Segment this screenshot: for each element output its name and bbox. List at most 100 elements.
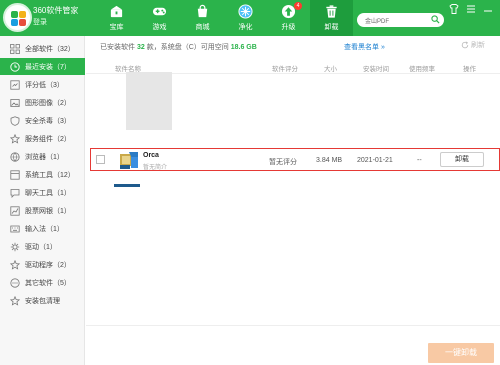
driver-program-icon [10, 259, 20, 270]
free-space: 18.6 GB [230, 44, 257, 51]
next-row-app-icon [114, 184, 140, 187]
app-description: 暂无简介 [143, 165, 168, 171]
col-action: 操作 [463, 66, 476, 73]
image-icon [10, 98, 20, 107]
sidebar-item-other[interactable]: 其它软件（5） [0, 274, 85, 291]
skin-icon[interactable] [447, 3, 461, 15]
uninstall-button[interactable]: 卸载 [440, 152, 484, 167]
footer-divider [86, 325, 500, 326]
search-icon[interactable] [431, 15, 440, 24]
category-sidebar: 全部软件（32） 最近安装（7） 评分低（3） 图形图像（2） 安全杀毒（3） … [0, 36, 85, 365]
sidebar-item-graphics[interactable]: 图形图像（2） [0, 94, 85, 111]
purify-icon [238, 4, 253, 19]
keyboard-icon [10, 225, 20, 232]
col-frequency[interactable]: 使用频率 [409, 63, 435, 73]
nav-label: 商城 [195, 24, 210, 31]
sidebar-item-label: 输入法（1） [25, 225, 64, 233]
app-frequency: -- [417, 157, 422, 164]
menu-icon[interactable] [464, 3, 478, 15]
grid-icon [10, 43, 20, 54]
sidebar-item-label: 安全杀毒（3） [25, 117, 71, 125]
sidebar-item-services[interactable]: 服务组件（2） [0, 130, 85, 147]
nav-upgrade[interactable]: 4 升级 [267, 0, 310, 36]
sidebar-item-label: 股票网银（1） [25, 207, 71, 215]
component-icon [10, 133, 20, 144]
refresh-label: 刷新 [471, 42, 485, 49]
driver-icon [10, 242, 20, 251]
uninstall-icon [326, 5, 337, 18]
sidebar-item-driver[interactable]: 驱动（1） [0, 238, 85, 255]
main-nav: 宝库 游戏 商城 净化 4 升级 卸载 [95, 0, 353, 36]
upgrade-count-badge: 4 [294, 2, 302, 10]
nav-label: 升级 [281, 24, 296, 31]
loading-app-icon [126, 72, 172, 130]
sidebar-item-label: 图形图像（2） [25, 99, 71, 107]
nav-uninstall[interactable]: 卸载 [310, 0, 353, 36]
software-list-panel: 已安装软件 32 款，系统盘（C）可用空间 18.6 GB 查看黑名单 » 刷新… [86, 36, 500, 365]
browser-icon [10, 151, 20, 162]
nav-label: 卸载 [324, 24, 339, 31]
sidebar-item-input-method[interactable]: 输入法（1） [0, 220, 85, 237]
tools-icon [10, 169, 20, 180]
app-title: 360软件管家 [33, 6, 79, 15]
sidebar-item-label: 聊天工具（1） [25, 189, 71, 197]
orca-app-icon [120, 152, 138, 169]
app-install-date: 2021-01-21 [357, 157, 393, 164]
stock-icon [10, 205, 20, 216]
sidebar-item-driver-program[interactable]: 驱动程序（2） [0, 256, 85, 273]
nav-label: 游戏 [152, 24, 167, 31]
sidebar-item-label: 全部软件（32） [25, 45, 75, 53]
sidebar-item-browser[interactable]: 浏览器（1） [0, 148, 85, 165]
rating-icon [10, 79, 20, 90]
sidebar-item-package-cleanup[interactable]: 安装包清理 [0, 292, 85, 309]
clock-icon [10, 61, 20, 72]
app-rating: 暂无评分 [269, 159, 297, 166]
summary-middle: 款，系统盘（C）可用空间 [146, 44, 229, 51]
search-input[interactable] [365, 14, 430, 26]
sidebar-item-system-tools[interactable]: 系统工具（12） [0, 166, 85, 183]
minimize-icon[interactable] [481, 3, 495, 15]
sidebar-item-low-rating[interactable]: 评分低（3） [0, 76, 85, 93]
search-box [357, 13, 444, 27]
login-link[interactable]: 登录 [33, 17, 47, 27]
shop-icon [197, 4, 208, 18]
view-blacklist-link[interactable]: 查看黑名单 » [344, 42, 385, 52]
chat-icon [10, 188, 20, 198]
nav-game[interactable]: 游戏 [138, 0, 181, 36]
nav-purify[interactable]: 净化 [224, 0, 267, 36]
col-install-date[interactable]: 安装时间 [363, 63, 389, 73]
sidebar-item-chat[interactable]: 聊天工具（1） [0, 184, 85, 201]
app-size: 3.84 MB [316, 157, 343, 164]
window-controls [447, 3, 500, 15]
treasure-icon [110, 5, 123, 18]
sidebar-item-label: 浏览器（1） [25, 153, 64, 161]
sidebar-item-stock[interactable]: 股票网银（1） [0, 202, 85, 219]
sidebar-item-label: 驱动（1） [25, 243, 57, 251]
other-icon [10, 277, 20, 288]
sidebar-item-label: 安装包清理 [25, 297, 60, 305]
col-size[interactable]: 大小 [324, 63, 337, 73]
sidebar-item-all[interactable]: 全部软件（32） [0, 40, 85, 57]
summary-prefix: 已安装软件 [100, 44, 135, 51]
sidebar-item-recent[interactable]: 最近安装（7） [0, 58, 85, 75]
app-name: Orca [143, 152, 159, 159]
nav-label: 净化 [238, 24, 253, 31]
nav-treasure[interactable]: 宝库 [95, 0, 138, 36]
col-rating[interactable]: 软件评分 [272, 63, 298, 73]
title-bar: 360软件管家 登录 宝库 游戏 商城 净化 4 升级 卸载 金山PDF [0, 0, 500, 36]
sidebar-item-label: 评分低（3） [25, 81, 64, 89]
clean-icon [10, 295, 20, 306]
sidebar-item-label: 系统工具（12） [25, 171, 75, 179]
sidebar-item-label: 最近安装（7） [25, 63, 71, 71]
sidebar-item-security[interactable]: 安全杀毒（3） [0, 112, 85, 129]
row-checkbox[interactable] [96, 155, 105, 164]
refresh-button[interactable]: 刷新 [461, 40, 485, 50]
one-click-uninstall-button[interactable]: 一键卸载 [428, 343, 494, 363]
sidebar-item-label: 驱动程序（2） [25, 261, 71, 269]
shield-icon [10, 115, 20, 126]
nav-label: 宝库 [109, 24, 124, 31]
table-row[interactable]: Orca 暂无简介 暂无评分 3.84 MB 2021-01-21 -- 卸载 [90, 148, 500, 171]
installed-count: 32 [136, 44, 145, 51]
sidebar-item-label: 服务组件（2） [25, 135, 71, 143]
nav-shop[interactable]: 商城 [181, 0, 224, 36]
